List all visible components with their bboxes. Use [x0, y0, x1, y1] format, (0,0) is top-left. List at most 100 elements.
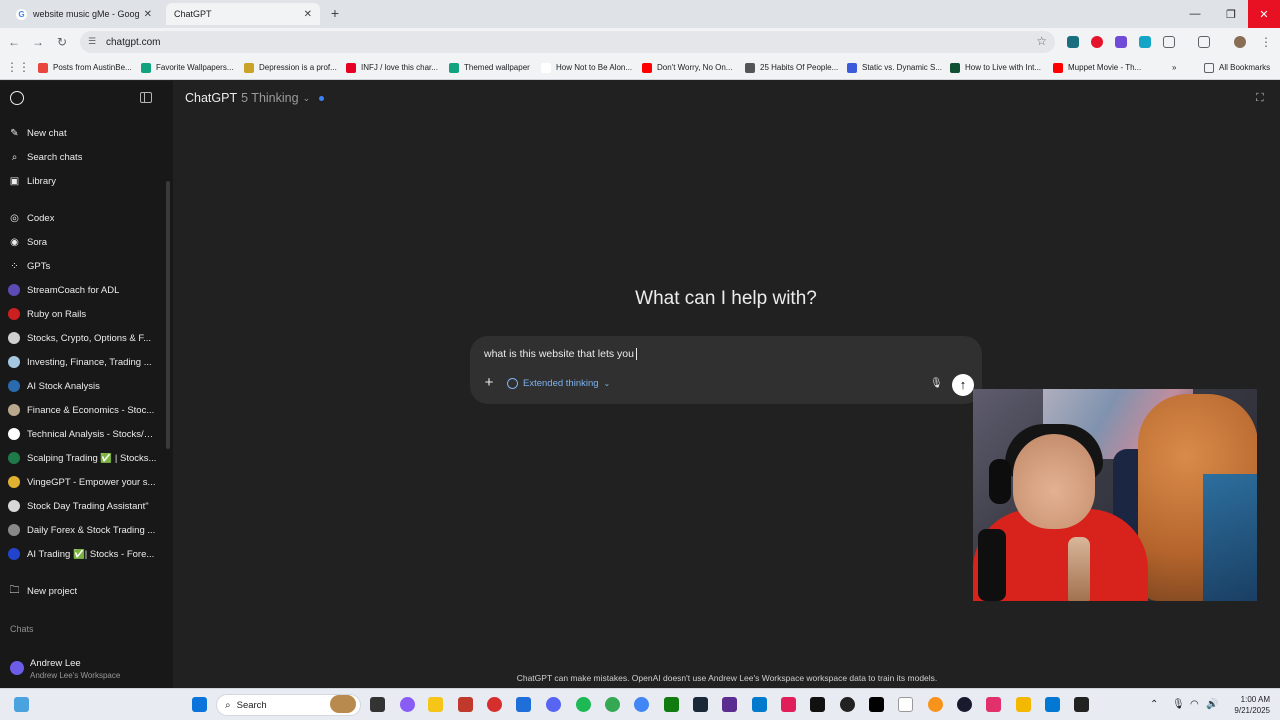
tray-overflow-icon[interactable]: ⌃ [1150, 699, 1158, 710]
app-icon[interactable] [487, 697, 502, 712]
sidebar-gpt-item[interactable]: Finance & Economics - Stoc... [8, 400, 158, 420]
notepad-icon[interactable] [898, 697, 913, 712]
bookmark-item[interactable]: Favorite Wallpapers... [141, 61, 234, 74]
app-icon[interactable] [1045, 697, 1060, 712]
model-selector[interactable]: ChatGPT 5 Thinking ⌄ [185, 91, 325, 105]
app-icon[interactable] [1016, 697, 1031, 712]
app-icon[interactable] [986, 697, 1001, 712]
app-icon[interactable] [722, 697, 737, 712]
close-tab-icon[interactable]: ✕ [304, 9, 312, 20]
microphone-icon[interactable]: 🎙 [930, 378, 943, 389]
chrome-icon[interactable] [605, 697, 620, 712]
app-icon[interactable] [810, 697, 825, 712]
spotify-icon[interactable] [576, 697, 591, 712]
openai-logo-icon[interactable] [10, 91, 24, 105]
sidebar-item-search-chats[interactable]: ⌕ Search chats [8, 147, 158, 167]
sidebar-gpt-item[interactable]: Daily Forex & Stock Trading ... [8, 520, 158, 540]
user-profile-button[interactable]: Andrew Lee Andrew Lee's Workspace [8, 655, 168, 683]
app-icon[interactable] [928, 697, 943, 712]
bookmark-item[interactable]: Posts from AustinBe... [38, 61, 132, 74]
extended-thinking-toggle[interactable]: Extended thinking ⌄ [507, 378, 610, 389]
reload-button[interactable]: ↻ [54, 34, 70, 50]
sidebar-gpt-item[interactable]: VingeGPT - Empower your s... [8, 472, 158, 492]
prompt-input[interactable]: what is this website that lets you [484, 348, 954, 361]
bookmark-item[interactable]: 25 Habits Of People... [745, 61, 838, 74]
slack-icon[interactable] [781, 697, 796, 712]
close-tab-icon[interactable]: ✕ [144, 9, 152, 20]
app-icon[interactable] [957, 697, 972, 712]
bookmark-item[interactable]: Themed wallpaper [449, 61, 530, 74]
sidebar-item-new-project[interactable]: 🗀 New project [8, 581, 158, 601]
store-icon[interactable] [516, 697, 531, 712]
opera-icon[interactable] [1091, 36, 1103, 48]
bookmark-item[interactable]: INFJ / love this char... [346, 61, 438, 74]
sidebar-scrollbar[interactable] [166, 181, 170, 449]
copilot-icon[interactable] [400, 697, 415, 712]
bookmark-star-icon[interactable]: ☆ [1036, 34, 1047, 48]
sidebar-item-gpts[interactable]: ⁘ GPTs [8, 256, 158, 276]
obs-icon[interactable] [840, 697, 855, 712]
file-explorer-icon[interactable] [428, 697, 443, 712]
windows-start-icon[interactable] [192, 697, 207, 712]
apps-grid-icon[interactable]: ⋮⋮ [6, 59, 30, 75]
sidebar-gpt-item[interactable]: Ruby on Rails [8, 304, 158, 324]
sidebar-gpt-item[interactable]: Stock Day Trading Assistant" [8, 496, 158, 516]
wifi-icon[interactable]: ◠ [1190, 699, 1199, 710]
microphone-tray-icon[interactable]: 🎙 [1172, 699, 1185, 710]
bookmark-favicon-icon [642, 62, 652, 73]
xbox-icon[interactable] [664, 697, 679, 712]
new-tab-button[interactable]: + [327, 6, 343, 22]
sidebar-item-codex[interactable]: ◎ Codex [8, 208, 158, 228]
forward-button[interactable]: → [30, 34, 46, 50]
app-icon[interactable] [458, 697, 473, 712]
steam-icon[interactable] [693, 697, 708, 712]
app-icon[interactable] [1074, 697, 1089, 712]
task-view-icon[interactable] [370, 697, 385, 712]
sidebar-gpt-item[interactable]: Stocks, Crypto, Options & F... [8, 328, 158, 348]
widgets-icon[interactable] [14, 697, 29, 712]
maximize-button[interactable]: ❐ [1214, 0, 1248, 28]
extension-icon[interactable] [1115, 36, 1127, 48]
all-bookmarks[interactable]: All Bookmarks [1204, 61, 1270, 74]
chrome-icon[interactable] [634, 697, 649, 712]
sidebar-gpt-item[interactable]: Technical Analysis - Stocks/C... [8, 424, 158, 444]
sidebar-gpt-item[interactable]: Investing, Finance, Trading ... [8, 352, 158, 372]
tiktok-icon[interactable] [869, 697, 884, 712]
bookmark-item[interactable]: Muppet Movie - Th... [1053, 61, 1141, 74]
sidebar-item-sora[interactable]: ◉ Sora [8, 232, 158, 252]
vscode-icon[interactable] [752, 697, 767, 712]
profile-avatar[interactable] [1234, 36, 1246, 48]
bookmark-item[interactable]: Static vs. Dynamic S... [847, 61, 942, 74]
site-info-icon[interactable]: ☰ [88, 36, 99, 47]
tab-google-search[interactable]: G website music gMe - Google Se ✕ [8, 3, 160, 25]
sidebar-item-new-chat[interactable]: ✎ New chat [8, 123, 158, 143]
url-bar[interactable]: ☰ chatgpt.com ☆ [80, 31, 1055, 53]
add-attachment-button[interactable]: + [482, 375, 496, 390]
sidebar-item-library[interactable]: ▣ Library [8, 171, 158, 191]
bookmark-item[interactable]: Depression is a prof... [244, 61, 337, 74]
extensions-puzzle-icon[interactable] [1163, 36, 1175, 48]
sidebar-toggle-icon[interactable] [140, 92, 152, 103]
volume-icon[interactable]: 🔊 [1206, 699, 1218, 710]
sidebar-gpt-item[interactable]: Scalping Trading ✅ | Stocks... [8, 448, 158, 468]
sidebar-gpt-item[interactable]: AI Trading ✅| Stocks - Fore... [8, 544, 158, 564]
sidebar-gpt-item[interactable]: StreamCoach for ADL [8, 280, 158, 300]
bookmark-item[interactable]: Don't Worry, No On... [642, 61, 732, 74]
bookmark-item[interactable]: How Not to Be Alon... [541, 61, 632, 74]
taskbar-clock[interactable]: 1:00 AM 9/21/2025 [1222, 694, 1270, 716]
extension-icon[interactable] [1067, 36, 1079, 48]
tab-chatgpt[interactable]: ChatGPT ✕ [166, 3, 320, 25]
browser-menu-icon[interactable]: ⋮ [1258, 34, 1274, 50]
vimeo-icon[interactable] [1139, 36, 1151, 48]
sidebar-gpt-item[interactable]: AI Stock Analysis [8, 376, 158, 396]
minimize-button[interactable]: — [1178, 0, 1212, 28]
reading-list-icon[interactable] [1198, 36, 1210, 48]
saturn-search-highlight-icon[interactable] [330, 695, 356, 713]
temporary-chat-icon[interactable]: ⛶ [1256, 92, 1268, 104]
bookmark-item[interactable]: How to Live with Int... [950, 61, 1041, 74]
close-window-button[interactable]: ✕ [1248, 0, 1280, 28]
more-bookmarks-icon[interactable]: » [1172, 61, 1176, 74]
discord-icon[interactable] [546, 697, 561, 712]
back-button[interactable]: ← [6, 34, 22, 50]
send-button[interactable]: ↑ [952, 374, 974, 396]
